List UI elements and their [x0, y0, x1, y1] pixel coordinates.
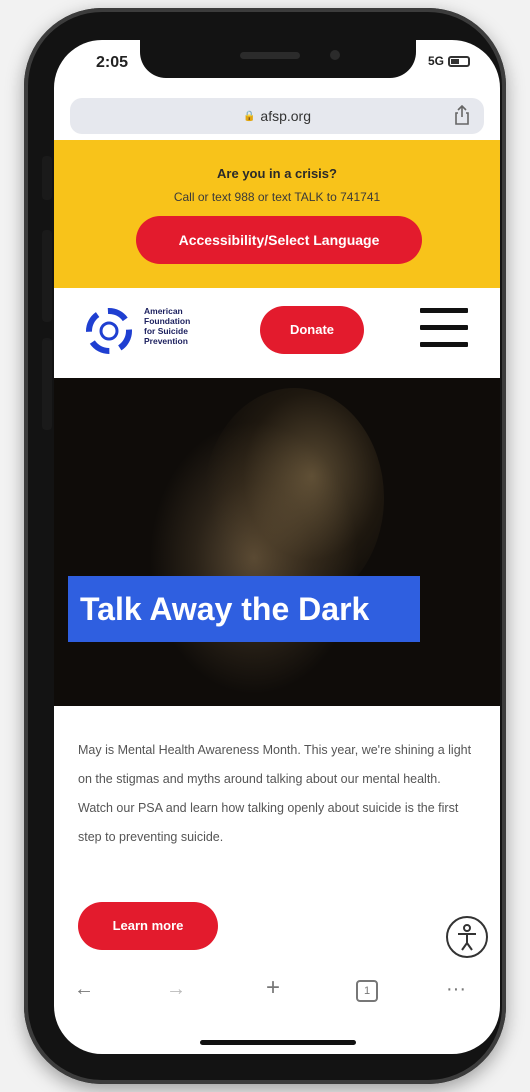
crisis-title: Are you in a crisis?	[217, 166, 337, 181]
phone-screen: 2:05 5G 🔒 afsp.org Are you in a crisis? …	[54, 40, 500, 1054]
volume-down-button	[42, 338, 52, 430]
accessibility-widget-icon[interactable]	[446, 916, 488, 958]
forward-arrow-icon[interactable]: →	[166, 978, 186, 1001]
logo-line: for Suicide	[144, 326, 188, 336]
home-indicator	[200, 1040, 356, 1045]
hero-image	[204, 388, 384, 608]
learn-more-button[interactable]: Learn more	[78, 902, 218, 950]
tab-count: 1	[363, 985, 371, 997]
address-bar[interactable]: 🔒 afsp.org	[70, 98, 484, 134]
speaker-grille	[240, 52, 300, 59]
logo-line: Foundation	[144, 316, 191, 326]
tabs-icon[interactable]: 1	[356, 980, 378, 1002]
url-text: afsp.org	[260, 108, 312, 124]
silent-switch	[42, 156, 52, 200]
body-paragraph: May is Mental Health Awareness Month. Th…	[78, 743, 472, 844]
logo-line: Prevention	[144, 336, 188, 346]
notch	[140, 40, 416, 78]
afsp-logo-icon[interactable]	[86, 308, 132, 354]
battery-icon	[448, 55, 470, 67]
back-arrow-icon[interactable]: ←	[74, 978, 94, 1001]
lock-icon: 🔒	[242, 110, 256, 122]
signal-label: 5G	[427, 54, 444, 68]
share-icon[interactable]	[454, 105, 470, 125]
site-header: American Foundation for Suicide Preventi…	[54, 288, 500, 378]
more-options-icon[interactable]: ···	[446, 978, 466, 1001]
browser-toolbar: ← → + 1 ···	[54, 960, 500, 1020]
crisis-text: Call or text 988 or text TALK to 741741	[173, 190, 381, 204]
hero-video[interactable]: Talk Away the Dark	[54, 378, 500, 706]
donate-button[interactable]: Donate	[260, 306, 364, 354]
volume-up-button	[42, 230, 52, 322]
hamburger-menu-icon[interactable]	[420, 308, 468, 352]
logo-wordmark[interactable]: American Foundation for Suicide Preventi…	[144, 306, 190, 346]
status-indicators: 5G	[428, 54, 470, 68]
new-tab-icon[interactable]: +	[266, 974, 280, 1002]
status-time: 2:05	[96, 54, 129, 71]
hero-title: Talk Away the Dark	[68, 576, 420, 642]
accessibility-language-button[interactable]: Accessibility/Select Language	[136, 216, 422, 264]
crisis-banner: Are you in a crisis? Call or text 988 or…	[54, 140, 500, 288]
logo-line: American	[144, 306, 183, 316]
front-camera	[330, 50, 340, 60]
